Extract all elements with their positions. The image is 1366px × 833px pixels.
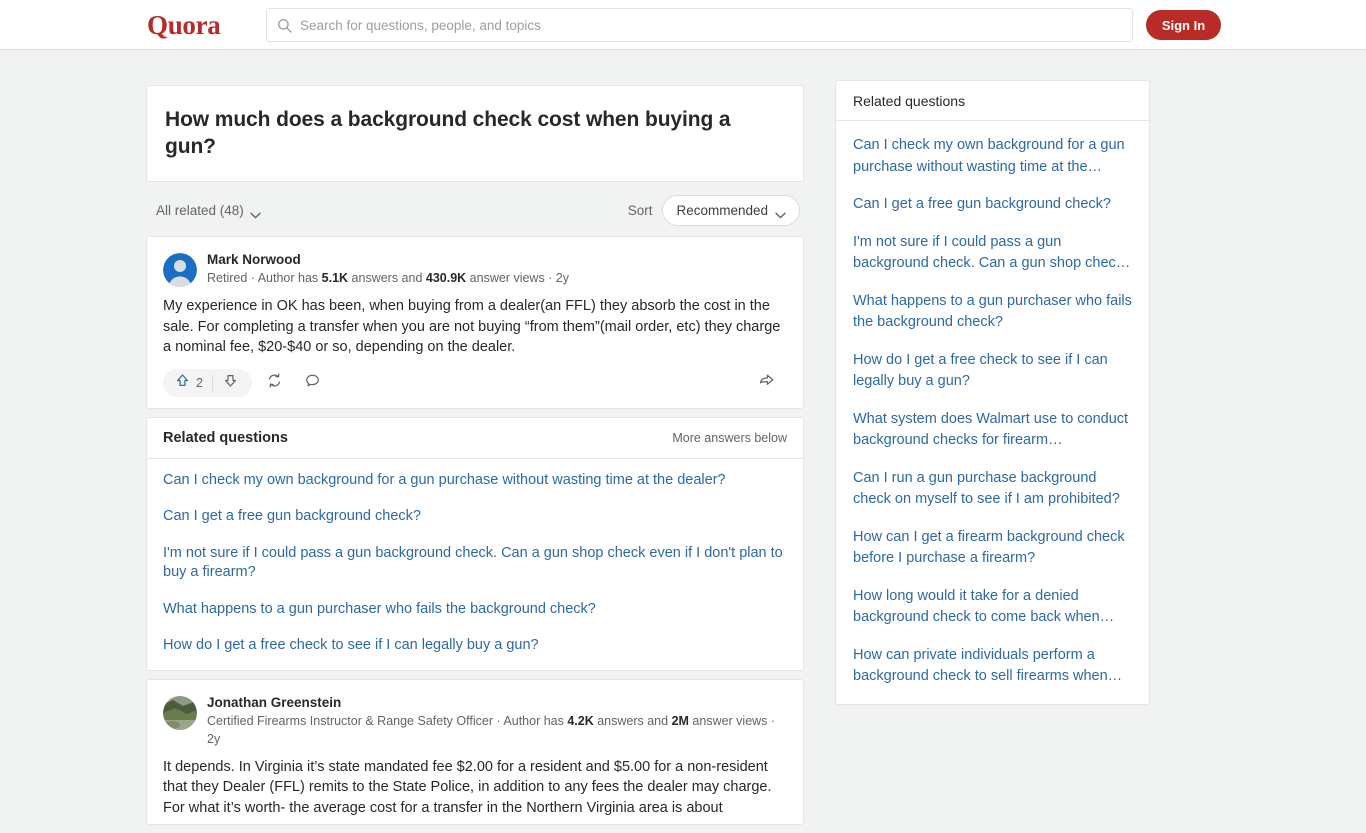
search-icon [277,18,292,33]
author-name[interactable]: Jonathan Greenstein [207,694,787,712]
all-related-filter[interactable]: All related (48) [156,203,261,218]
repost-button[interactable] [260,369,290,397]
related-question-item[interactable]: What happens to a gun purchaser who fail… [163,600,787,620]
related-question-item[interactable]: How do I get a free check to see if I ca… [163,636,787,656]
author-name[interactable]: Mark Norwood [207,251,787,269]
page-body: How much does a background check cost wh… [0,50,1366,825]
downvote-icon [222,372,239,394]
answer-body: My experience in OK has been, when buyin… [163,298,781,355]
author-meta: Mark Norwood Retired · Author has 5.1K a… [207,251,787,287]
credential-mid: answers and [593,713,672,728]
related-questions-header: Related questions More answers below [147,418,803,459]
vote-group: 2 [163,368,252,397]
sidebar-header: Related questions [836,81,1149,121]
answer-card: Mark Norwood Retired · Author has 5.1K a… [146,236,804,409]
quora-logo[interactable]: Quora [147,9,221,41]
filter-sort-row: All related (48) Sort Recommended [146,188,804,232]
sidebar-item-related-question[interactable]: How do I get a free check to see if I ca… [853,350,1132,393]
question-title-card: How much does a background check cost wh… [146,85,804,182]
author-credential: Retired · Author has 5.1K answers and 43… [207,269,787,287]
avatar[interactable] [163,253,197,287]
credential-suffix: answer views · 2y [466,271,570,285]
sidebar-item-related-question[interactable]: Can I check my own background for a gun … [853,135,1132,178]
credential-prefix: Retired · Author has [207,271,322,285]
downvote-button[interactable] [213,369,248,397]
search-bar[interactable] [266,8,1133,42]
all-related-label: All related (48) [156,202,244,218]
sidebar-title: Related questions [853,92,966,109]
sidebar-item-related-question[interactable]: Can I run a gun purchase background chec… [853,468,1132,511]
comment-icon [304,372,321,394]
credential-prefix: Certified Firearms Instructor & Range Sa… [207,713,568,728]
avatar[interactable] [163,695,197,730]
sidebar-item-related-question[interactable]: What system does Walmart use to conduct … [853,409,1132,452]
author-credential: Certified Firearms Instructor & Range Sa… [207,712,787,748]
sidebar-item-related-question[interactable]: Can I get a free gun background check? [853,194,1132,216]
related-questions-list: Can I check my own background for a gun … [147,459,803,670]
credential-mid: answers and [348,271,426,285]
share-button[interactable] [751,369,781,397]
sidebar-item-related-question[interactable]: What happens to a gun purchaser who fail… [853,291,1132,334]
related-questions-card: Related questions More answers below Can… [146,416,804,671]
related-question-item[interactable]: Can I check my own background for a gun … [163,471,787,491]
sidebar-item-related-question[interactable]: How long would it take for a denied back… [853,586,1132,629]
related-question-item[interactable]: I'm not sure if I could pass a gun backg… [163,544,787,583]
sidebar-column: Related questions Can I check my own bac… [835,80,1150,705]
sort-label: Sort [627,202,653,218]
author-row: Mark Norwood Retired · Author has 5.1K a… [163,251,787,287]
answer-action-bar: 2 [163,364,787,402]
share-icon [758,372,775,394]
views-count: 2M [671,713,689,728]
main-column: How much does a background check cost wh… [146,85,804,833]
answer-card: Jonathan Greenstein Certified Firearms I… [146,678,804,825]
related-questions-title: Related questions [163,429,288,446]
answer-body: It depends. In Virginia it’s state manda… [163,758,772,816]
upvote-count: 2 [196,375,203,390]
upvote-button[interactable]: 2 [167,369,212,397]
related-question-item[interactable]: Can I get a free gun background check? [163,507,787,527]
views-count: 430.9K [425,271,467,285]
sort-value: Recommended [676,202,768,218]
author-row: Jonathan Greenstein Certified Firearms I… [163,694,787,748]
comment-button[interactable] [298,369,328,397]
sidebar-related-questions-card: Related questions Can I check my own bac… [835,80,1150,705]
top-header: Quora Sign In [0,0,1366,50]
repost-icon [266,372,283,394]
page-title: How much does a background check cost wh… [165,108,731,158]
answers-count: 5.1K [321,271,349,285]
sidebar-item-related-question[interactable]: How can private individuals perform a ba… [853,645,1132,688]
sidebar-item-related-question[interactable]: I'm not sure if I could pass a gun backg… [853,232,1132,275]
sign-in-button[interactable]: Sign In [1146,10,1221,40]
sidebar-list: Can I check my own background for a gun … [836,121,1149,704]
answers-count: 4.2K [567,713,594,728]
sidebar-item-related-question[interactable]: How can I get a firearm background check… [853,527,1132,570]
more-answers-below-label: More answers below [672,430,787,445]
author-meta: Jonathan Greenstein Certified Firearms I… [207,694,787,748]
sort-dropdown[interactable]: Recommended [662,194,800,226]
chevron-down-icon [775,207,786,218]
search-input[interactable] [300,10,1122,40]
upvote-icon [174,372,191,394]
chevron-down-icon [250,207,261,218]
